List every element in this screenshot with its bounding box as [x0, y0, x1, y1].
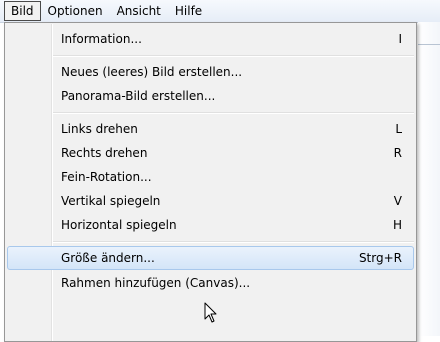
- menu-item-label: Information...: [61, 32, 142, 46]
- menu-item-shortcut: R: [393, 146, 402, 160]
- menu-item-label: Horizontal spiegeln: [61, 218, 177, 232]
- menu-item-label: Fein-Rotation...: [61, 170, 152, 184]
- menubar-bild[interactable]: Bild: [4, 1, 41, 21]
- menu-item-information[interactable]: Information... I: [7, 27, 414, 51]
- menu-item-links-drehen[interactable]: Links drehen L: [7, 117, 414, 141]
- menu-item-rechts-drehen[interactable]: Rechts drehen R: [7, 141, 414, 165]
- menu-item-neues-bild[interactable]: Neues (leeres) Bild erstellen...: [7, 60, 414, 84]
- menu-item-shortcut: H: [392, 218, 402, 232]
- menu-item-fein-rotation[interactable]: Fein-Rotation...: [7, 165, 414, 189]
- menu-item-label: Rechts drehen: [61, 146, 148, 160]
- menu-item-label: Neues (leeres) Bild erstellen...: [61, 65, 243, 79]
- menu-item-rahmen-hinzufuegen[interactable]: Rahmen hinzufügen (Canvas)...: [7, 271, 414, 295]
- menubar-optionen[interactable]: Optionen: [41, 1, 110, 21]
- menu-item-panorama-bild[interactable]: Panorama-Bild erstellen...: [7, 84, 414, 108]
- menubar-hilfe[interactable]: Hilfe: [168, 1, 209, 21]
- menu-item-shortcut: V: [393, 194, 402, 208]
- menu-item-shortcut: L: [395, 122, 402, 136]
- menu-bar: Bild Optionen Ansicht Hilfe: [0, 0, 440, 23]
- menu-item-shortcut: I: [398, 32, 402, 46]
- menu-separator: [53, 55, 414, 57]
- menubar-ansicht[interactable]: Ansicht: [110, 1, 168, 21]
- arrow-pointer-icon: [204, 302, 218, 327]
- menu-item-label: Rahmen hinzufügen (Canvas)...: [61, 276, 251, 290]
- menu-item-groesse-aendern[interactable]: Größe ändern... Strg+R: [7, 246, 414, 270]
- menu-item-label: Panorama-Bild erstellen...: [61, 89, 216, 103]
- menu-separator: [53, 112, 414, 114]
- menu-item-label: Vertikal spiegeln: [61, 194, 161, 208]
- menu-item-label: Links drehen: [61, 122, 138, 136]
- menu-item-horizontal-spiegeln[interactable]: Horizontal spiegeln H: [7, 213, 414, 237]
- bild-dropdown-menu: Information... I Neues (leeres) Bild ers…: [4, 22, 417, 342]
- menu-separator: [53, 241, 414, 243]
- menu-item-shortcut: Strg+R: [358, 251, 402, 265]
- background-divider: [418, 44, 440, 45]
- menu-item-label: Größe ändern...: [61, 251, 155, 265]
- background-window-edge: [418, 22, 440, 336]
- menu-item-vertikal-spiegeln[interactable]: Vertikal spiegeln V: [7, 189, 414, 213]
